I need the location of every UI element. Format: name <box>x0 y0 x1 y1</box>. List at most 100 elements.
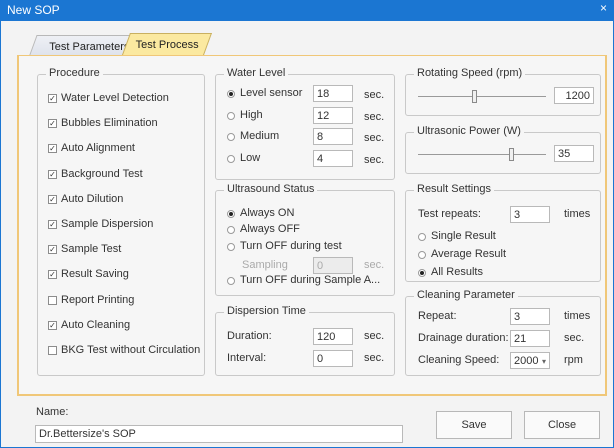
chevron-down-icon: ▾ <box>541 357 546 366</box>
interval-input[interactable]: 0 <box>313 350 353 367</box>
checkbox-label: Background Test <box>61 167 143 180</box>
checkbox[interactable]: ✓ <box>48 245 57 255</box>
radio-all-results[interactable] <box>418 269 426 277</box>
repeat-input[interactable]: 3 <box>510 308 550 325</box>
checkbox[interactable]: ✓ <box>48 94 57 103</box>
drainage-label: Drainage duration: <box>418 332 509 344</box>
water-level-input[interactable]: 12 <box>313 106 353 124</box>
group-title: Ultrasound Status <box>224 183 318 195</box>
radio-label: Single Result <box>431 230 496 242</box>
tab-test-process[interactable]: Test Process <box>121 33 213 55</box>
tab-content-panel: Procedure ✓ Water Level Detection ✓ Bubbles… <box>17 55 607 396</box>
water-level-input[interactable]: 4 <box>313 149 353 167</box>
radio-label: High <box>240 108 263 121</box>
group-title: Cleaning Parameter <box>414 289 518 301</box>
radio-label: Medium <box>240 130 280 142</box>
checkbox[interactable] <box>48 295 57 305</box>
window-title: New SOP <box>7 3 60 17</box>
checkbox-label: Result Saving <box>61 268 129 281</box>
ultrasound-status-group: Ultrasound Status Always ON Always OFF T… <box>215 183 395 296</box>
radio-water-level[interactable] <box>227 154 235 163</box>
ultrasonic-power-input[interactable]: 35 <box>554 145 594 162</box>
checkbox-label: Auto Alignment <box>61 142 135 155</box>
radio-water-level[interactable] <box>227 133 235 141</box>
radio-label: Average Result <box>431 248 507 260</box>
checkbox-label: Sample Dispersion <box>61 218 154 230</box>
water-level-unit: sec. <box>364 132 385 144</box>
sampling-input[interactable]: 0 <box>313 257 353 274</box>
radio-label: Always ON <box>240 207 295 219</box>
checkbox-label: Water Level Detection <box>61 92 169 104</box>
group-title: Procedure <box>46 67 103 79</box>
ultrasonic-power-slider-thumb[interactable] <box>509 148 515 161</box>
checkbox[interactable] <box>48 346 57 355</box>
radio-turn-off-during-sample[interactable] <box>227 277 235 285</box>
water-level-input[interactable]: 8 <box>313 128 353 145</box>
duration-unit: sec. <box>364 330 385 342</box>
tab-label: Test Process <box>135 39 199 51</box>
radio-label: Always OFF <box>240 223 300 235</box>
radio-water-level[interactable] <box>227 90 235 98</box>
test-repeats-label: Test repeats: <box>418 208 481 220</box>
checkbox[interactable]: ✓ <box>48 119 57 129</box>
drainage-input[interactable]: 21 <box>510 330 550 347</box>
ultrasonic-power-group: Ultrasonic Power (W) 35 <box>405 125 601 174</box>
radio-label: Low <box>240 151 261 164</box>
tab-label: Test Parameters <box>49 41 130 53</box>
duration-label: Duration: <box>227 330 272 342</box>
checkbox[interactable]: ✓ <box>48 144 57 154</box>
interval-label: Interval: <box>227 352 267 364</box>
checkbox[interactable]: ✓ <box>48 169 57 179</box>
result-settings-group: Result Settings Test repeats: 3 times Si… <box>405 183 601 282</box>
checkbox-label: Auto Cleaning <box>61 318 131 331</box>
cleaning-speed-label: Cleaning Speed: <box>418 354 500 366</box>
save-button[interactable]: Save <box>436 411 512 439</box>
close-button[interactable]: Close <box>524 411 600 439</box>
water-level-group: Water Level Level sensor 18 sec. High 12 sec.… <box>215 67 395 180</box>
radio-always-off[interactable] <box>227 226 235 234</box>
checkbox[interactable]: ✓ <box>48 270 57 280</box>
rotating-speed-input[interactable]: 1200 <box>554 87 594 104</box>
group-title: Ultrasonic Power (W) <box>414 125 524 137</box>
cleaning-speed-select[interactable]: 2000 ▾ <box>510 352 550 369</box>
cleaning-speed-unit: rpm <box>564 354 583 366</box>
rotating-speed-group: Rotating Speed (rpm) 1200 <box>405 67 601 116</box>
drainage-unit: sec. <box>564 332 585 344</box>
close-icon[interactable]: × <box>600 1 607 15</box>
checkbox-label: Auto Dilution <box>61 192 124 205</box>
cleaning-parameter-group: Cleaning Parameter Repeat: 3 times Drain… <box>405 289 601 376</box>
interval-unit: sec. <box>364 352 385 364</box>
water-level-input[interactable]: 18 <box>313 85 353 102</box>
checkbox[interactable]: ✓ <box>48 194 57 204</box>
radio-average-result[interactable] <box>418 251 426 259</box>
radio-label: Level sensor <box>240 87 303 99</box>
radio-label: All Results <box>431 266 483 278</box>
water-level-unit: sec. <box>364 110 385 123</box>
group-title: Dispersion Time <box>224 305 309 317</box>
cleaning-speed-value: 2000 <box>514 355 539 367</box>
dispersion-time-group: Dispersion Time Duration: 120 sec. Inter… <box>215 305 395 376</box>
test-repeats-input[interactable]: 3 <box>510 206 550 223</box>
radio-turn-off-during-test[interactable] <box>227 243 235 251</box>
radio-label: Turn OFF during test <box>240 240 342 252</box>
repeat-unit: times <box>564 310 591 322</box>
rotating-speed-slider-thumb[interactable] <box>472 90 478 103</box>
checkbox[interactable]: ✓ <box>48 320 57 330</box>
footer: Name: Dr.Bettersize's SOP Save Close <box>1 396 613 447</box>
sop-name-input[interactable]: Dr.Bettersize's SOP <box>35 425 403 443</box>
radio-single-result[interactable] <box>418 233 426 241</box>
title-bar: New SOP × <box>0 0 614 21</box>
checkbox-label: BKG Test without Circulation <box>61 344 201 356</box>
checkbox-label: Report Printing <box>61 293 135 306</box>
ultrasonic-power-slider-track[interactable] <box>418 154 546 155</box>
radio-label: Turn OFF during Sample A... <box>240 274 381 286</box>
name-label: Name: <box>36 406 69 418</box>
checkbox[interactable]: ✓ <box>48 220 57 229</box>
radio-water-level[interactable] <box>227 111 235 120</box>
group-title: Rotating Speed (rpm) <box>414 67 526 79</box>
rotating-speed-slider-track[interactable] <box>418 96 546 97</box>
duration-input[interactable]: 120 <box>313 328 353 345</box>
repeat-label: Repeat: <box>418 310 457 322</box>
radio-always-on[interactable] <box>227 210 235 218</box>
water-level-unit: sec. <box>364 153 385 166</box>
